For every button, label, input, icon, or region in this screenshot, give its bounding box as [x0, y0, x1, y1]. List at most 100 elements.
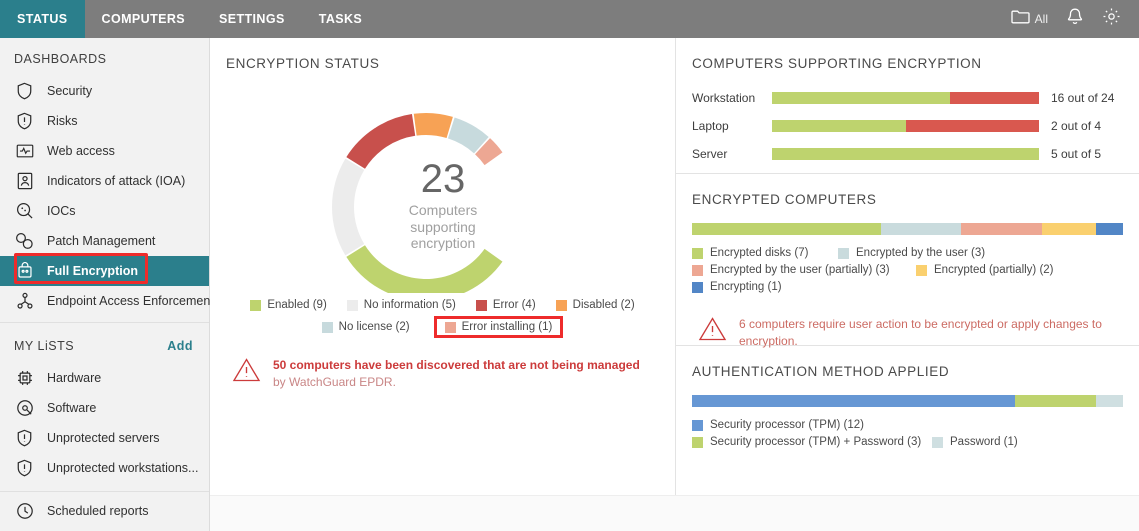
- sidebar-item-ioa[interactable]: Indicators of attack (IOA): [0, 166, 209, 196]
- nav-tab-computers-label: COMPUTERS: [101, 12, 186, 26]
- hbar-value-laptop: 2 out of 4: [1051, 119, 1102, 133]
- user-action-warning: 6 computers require user action to be en…: [676, 310, 1139, 351]
- chip-icon: [14, 368, 35, 389]
- settings-gear-button[interactable]: [1102, 7, 1121, 31]
- legend-item-error-installing[interactable]: Error installing (1): [433, 316, 564, 338]
- legend-swatch-enabled: [250, 299, 262, 311]
- sidebar-item-endpoint-access-enforcement[interactable]: Endpoint Access Enforcement: [0, 286, 214, 316]
- page-bottom-strip: [210, 495, 1139, 531]
- hbar-row-server[interactable]: Server 5 out of 5: [692, 143, 1123, 165]
- sidebar-item-security-label: Security: [47, 84, 93, 98]
- legend-item-tpm-password[interactable]: Security processor (TPM) + Password (3): [692, 436, 922, 448]
- nav-tab-computers[interactable]: COMPUTERS: [85, 0, 202, 38]
- stack-seg-tpm[interactable]: [692, 395, 1016, 407]
- computers-supporting-encryption-card: COMPUTERS SUPPORTING ENCRYPTION Workstat…: [676, 38, 1139, 174]
- monitor-pulse-icon: [14, 141, 35, 162]
- warning-triangle-icon: [698, 316, 727, 347]
- legend-label-error-installing: Error installing (1): [461, 321, 553, 333]
- nav-tab-status-label: STATUS: [17, 12, 68, 26]
- nav-tab-tasks[interactable]: TASKS: [302, 0, 379, 38]
- hbar-seg-supported: [772, 92, 951, 104]
- legend-item-encrypted-by-user[interactable]: Encrypted by the user (3): [838, 247, 985, 259]
- legend-label-error: Error (4): [492, 299, 536, 311]
- encryption-icon: [14, 261, 35, 282]
- top-navigation-bar: STATUS COMPUTERS SETTINGS TASKS All: [0, 0, 1139, 38]
- stack-seg-encrypted-disks[interactable]: [692, 223, 881, 235]
- sidebar-item-web-access-label: Web access: [47, 144, 115, 158]
- sidebar-item-iocs[interactable]: IOCs: [0, 196, 209, 226]
- hbar-value-workstation: 16 out of 24: [1051, 91, 1115, 105]
- stack-seg-tpm-password[interactable]: [1015, 395, 1097, 407]
- computers-supporting-encryption-title: COMPUTERS SUPPORTING ENCRYPTION: [692, 56, 982, 71]
- legend-label-encrypted-partially: Encrypted (partially) (2): [934, 264, 1054, 276]
- encrypted-computers-title: ENCRYPTED COMPUTERS: [692, 192, 877, 207]
- stack-seg-password[interactable]: [1096, 395, 1123, 407]
- hbar-label-server: Server: [692, 147, 728, 161]
- gauge-segment-enabled[interactable]: [346, 245, 503, 301]
- hbar-track-workstation: [772, 92, 1039, 104]
- gauge-segment-disabled[interactable]: [413, 113, 453, 139]
- legend-label-encrypting: Encrypting (1): [710, 281, 782, 293]
- legend-swatch-tpm-password: [692, 436, 703, 448]
- legend-item-no-information[interactable]: No information (5): [346, 299, 456, 311]
- legend-item-disabled[interactable]: Disabled (2): [555, 299, 635, 311]
- sidebar-item-scheduled-reports-label: Scheduled reports: [47, 504, 149, 518]
- hbar-row-workstation[interactable]: Workstation 16 out of 24: [692, 87, 1123, 109]
- sidebar-item-risks-label: Risks: [47, 114, 78, 128]
- sidebar-item-unprotected-workstations[interactable]: Unprotected workstations...: [0, 453, 209, 483]
- notifications-button[interactable]: [1066, 7, 1084, 31]
- hbar-track-server: [772, 148, 1039, 160]
- sidebar-add-list-link[interactable]: Add: [167, 339, 193, 353]
- legend-item-no-license[interactable]: No license (2): [321, 321, 410, 333]
- authentication-method-legend: Security processor (TPM) (12) Security p…: [692, 419, 1123, 453]
- encryption-status-panel: ENCRYPTION STATUS 23 Computers supportin…: [210, 38, 676, 495]
- unmanaged-computers-warning-text: 50 computers have been discovered that a…: [273, 357, 655, 392]
- legend-item-error[interactable]: Error (4): [475, 299, 536, 311]
- sidebar-item-web-access[interactable]: Web access: [0, 136, 209, 166]
- encrypted-computers-card: ENCRYPTED COMPUTERS Encrypted disks (7): [676, 174, 1139, 348]
- stack-seg-encrypted-by-user[interactable]: [880, 223, 962, 235]
- legend-item-tpm[interactable]: Security processor (TPM) (12): [692, 419, 1101, 431]
- sidebar-item-ioa-label: Indicators of attack (IOA): [47, 174, 186, 188]
- legend-item-enabled[interactable]: Enabled (9): [250, 299, 327, 311]
- disc-icon: [14, 398, 35, 419]
- network-nodes-icon: [14, 291, 35, 312]
- sidebar-item-scheduled-reports[interactable]: Scheduled reports: [0, 496, 209, 526]
- legend-swatch-encrypted-by-user: [838, 247, 849, 259]
- stack-seg-encrypting[interactable]: [1096, 223, 1123, 235]
- stack-seg-encrypted-by-user-partially[interactable]: [961, 223, 1043, 235]
- sidebar-item-unprotected-servers[interactable]: Unprotected servers: [0, 423, 209, 453]
- sidebar-item-hardware[interactable]: Hardware: [0, 363, 209, 393]
- legend-item-encrypted-disks[interactable]: Encrypted disks (7): [692, 247, 824, 259]
- warning-triangle-icon: [232, 357, 261, 388]
- top-navigation-actions: All: [1011, 0, 1139, 38]
- hbar-label-workstation: Workstation: [692, 91, 756, 105]
- nav-tab-status[interactable]: STATUS: [0, 0, 85, 38]
- sidebar-item-risks[interactable]: Risks: [0, 106, 209, 136]
- group-filter-button[interactable]: All: [1011, 9, 1048, 29]
- hbar-seg-unsupported: [905, 120, 1039, 132]
- gauge-segment-error[interactable]: [346, 114, 416, 169]
- legend-item-encrypted-partially[interactable]: Encrypted (partially) (2): [916, 264, 1054, 276]
- sidebar-item-software[interactable]: Software: [0, 393, 209, 423]
- sidebar-item-patch-management[interactable]: Patch Management: [0, 226, 209, 256]
- sidebar-dashboards-header: DASHBOARDS: [14, 52, 107, 66]
- stack-seg-encrypted-partially[interactable]: [1042, 223, 1097, 235]
- legend-swatch-no-license: [321, 321, 333, 333]
- legend-label-tpm-password: Security processor (TPM) + Password (3): [710, 436, 922, 448]
- legend-label-no-license: No license (2): [338, 321, 410, 333]
- warning-bold-text: 50 computers have been discovered that a…: [273, 358, 640, 372]
- hbar-row-laptop[interactable]: Laptop 2 out of 4: [692, 115, 1123, 137]
- sidebar-item-full-encryption[interactable]: Full Encryption: [0, 256, 209, 286]
- sidebar-mylists-header: MY LiSTS: [14, 339, 75, 353]
- sidebar-item-security[interactable]: Security: [0, 76, 209, 106]
- gauge-segment-no-information[interactable]: [332, 158, 365, 256]
- legend-item-password[interactable]: Password (1): [932, 436, 1018, 448]
- legend-item-encrypted-by-user-partially[interactable]: Encrypted by the user (partially) (3): [692, 264, 908, 276]
- shield-alert-icon: [14, 428, 35, 449]
- right-panels-column: COMPUTERS SUPPORTING ENCRYPTION Workstat…: [676, 38, 1139, 495]
- legend-row-2: No license (2) Error installing (1): [210, 316, 675, 338]
- encryption-status-gauge: 23 Computers supporting encryption: [210, 71, 676, 301]
- legend-item-encrypting[interactable]: Encrypting (1): [692, 281, 1101, 293]
- nav-tab-settings[interactable]: SETTINGS: [202, 0, 302, 38]
